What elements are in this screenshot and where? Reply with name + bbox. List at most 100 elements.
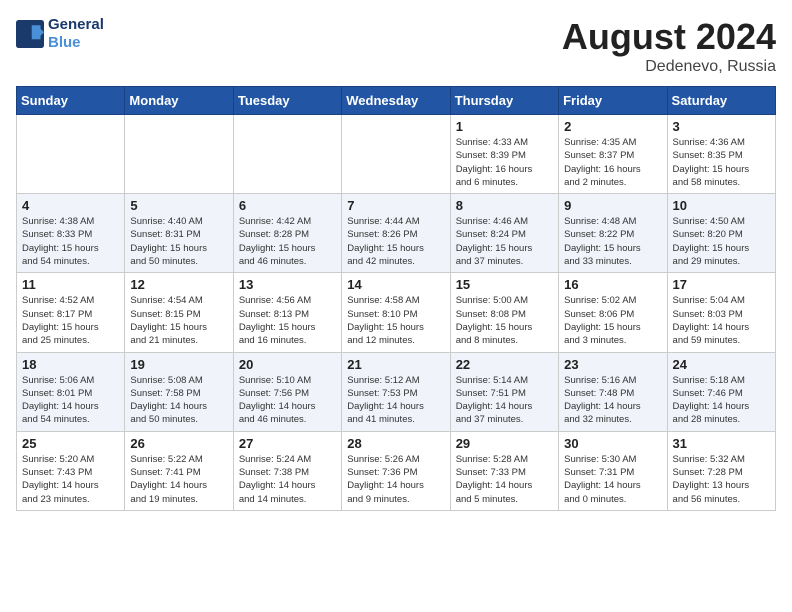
day-number: 3 [673, 119, 770, 134]
calendar-week-row: 18 Sunrise: 5:06 AM Sunset: 8:01 PM Dayli… [17, 352, 776, 431]
calendar-week-row: 11 Sunrise: 4:52 AM Sunset: 8:17 PM Dayli… [17, 273, 776, 352]
day-number: 1 [456, 119, 553, 134]
calendar-cell: 29Sunrise: 5:28 AM Sunset: 7:33 PM Dayli… [450, 431, 558, 510]
day-number: 11 [22, 277, 119, 292]
calendar-table: SundayMondayTuesdayWednesdayThursdayFrid… [16, 86, 776, 511]
day-number: 6 [239, 198, 336, 213]
page-header: General Blue August 2024 Dedenevo, Russi… [16, 16, 776, 76]
day-number: 21 [347, 357, 444, 372]
calendar-cell: 12Sunrise: 4:54 AM Sunset: 8:15 PM Dayli… [125, 273, 233, 352]
calendar-cell [342, 115, 450, 194]
calendar-cell: 13Sunrise: 4:56 AM Sunset: 8:13 PM Dayli… [233, 273, 341, 352]
day-info: Sunrise: 4:54 AM Sunset: 8:15 PM Dayligh… [130, 294, 227, 347]
day-number: 10 [673, 198, 770, 213]
col-header-tuesday: Tuesday [233, 87, 341, 115]
day-info: Sunrise: 5:26 AM Sunset: 7:36 PM Dayligh… [347, 453, 444, 506]
calendar-cell: 11 Sunrise: 4:52 AM Sunset: 8:17 PM Dayli… [17, 273, 125, 352]
calendar-cell: 4 Sunrise: 4:38 AM Sunset: 8:33 PM Daylig… [17, 194, 125, 273]
calendar-cell: 5 Sunrise: 4:40 AM Sunset: 8:31 PM Daylig… [125, 194, 233, 273]
title-block: August 2024 Dedenevo, Russia [562, 16, 776, 76]
calendar-cell [17, 115, 125, 194]
day-info: Sunrise: 5:20 AM Sunset: 7:43 PM Dayligh… [22, 453, 119, 506]
day-number: 22 [456, 357, 553, 372]
calendar-week-row: 4 Sunrise: 4:38 AM Sunset: 8:33 PM Daylig… [17, 194, 776, 273]
calendar-cell: 2 Sunrise: 4:35 AM Sunset: 8:37 PM Daylig… [559, 115, 667, 194]
day-info: Sunrise: 4:35 AM Sunset: 8:37 PM Dayligh… [564, 136, 661, 189]
calendar-cell [233, 115, 341, 194]
day-info: Sunrise: 5:06 AM Sunset: 8:01 PM Dayligh… [22, 374, 119, 427]
day-info: Sunrise: 4:58 AM Sunset: 8:10 PM Dayligh… [347, 294, 444, 347]
day-number: 13 [239, 277, 336, 292]
calendar-cell: 1 Sunrise: 4:33 AM Sunset: 8:39 PM Daylig… [450, 115, 558, 194]
day-info: Sunrise: 5:30 AM Sunset: 7:31 PM Dayligh… [564, 453, 661, 506]
day-number: 29 [456, 436, 553, 451]
calendar-cell: 24Sunrise: 5:18 AM Sunset: 7:46 PM Dayli… [667, 352, 775, 431]
day-number: 2 [564, 119, 661, 134]
day-info: Sunrise: 5:16 AM Sunset: 7:48 PM Dayligh… [564, 374, 661, 427]
day-number: 17 [673, 277, 770, 292]
calendar-cell: 27 Sunrise: 5:24 AM Sunset: 7:38 PM Dayli… [233, 431, 341, 510]
day-number: 18 [22, 357, 119, 372]
day-info: Sunrise: 5:02 AM Sunset: 8:06 PM Dayligh… [564, 294, 661, 347]
day-info: Sunrise: 4:40 AM Sunset: 8:31 PM Dayligh… [130, 215, 227, 268]
day-info: Sunrise: 4:36 AM Sunset: 8:35 PM Dayligh… [673, 136, 770, 189]
day-info: Sunrise: 5:00 AM Sunset: 8:08 PM Dayligh… [456, 294, 553, 347]
day-number: 28 [347, 436, 444, 451]
calendar-cell: 31Sunrise: 5:32 AM Sunset: 7:28 PM Dayli… [667, 431, 775, 510]
day-info: Sunrise: 5:04 AM Sunset: 8:03 PM Dayligh… [673, 294, 770, 347]
calendar-cell: 21Sunrise: 5:12 AM Sunset: 7:53 PM Dayli… [342, 352, 450, 431]
day-info: Sunrise: 5:22 AM Sunset: 7:41 PM Dayligh… [130, 453, 227, 506]
calendar-cell: 17 Sunrise: 5:04 AM Sunset: 8:03 PM Dayli… [667, 273, 775, 352]
day-number: 30 [564, 436, 661, 451]
day-number: 4 [22, 198, 119, 213]
logo: General Blue [16, 16, 104, 52]
day-number: 7 [347, 198, 444, 213]
calendar-cell: 26 Sunrise: 5:22 AM Sunset: 7:41 PM Dayli… [125, 431, 233, 510]
col-header-wednesday: Wednesday [342, 87, 450, 115]
calendar-cell: 18 Sunrise: 5:06 AM Sunset: 8:01 PM Dayli… [17, 352, 125, 431]
day-number: 5 [130, 198, 227, 213]
day-number: 8 [456, 198, 553, 213]
location-subtitle: Dedenevo, Russia [562, 58, 776, 76]
logo-text: General Blue [48, 16, 104, 52]
calendar-cell: 22 Sunrise: 5:14 AM Sunset: 7:51 PM Dayli… [450, 352, 558, 431]
day-info: Sunrise: 4:50 AM Sunset: 8:20 PM Dayligh… [673, 215, 770, 268]
calendar-cell: 6 Sunrise: 4:42 AM Sunset: 8:28 PM Daylig… [233, 194, 341, 273]
day-info: Sunrise: 5:14 AM Sunset: 7:51 PM Dayligh… [456, 374, 553, 427]
calendar-week-row: 25 Sunrise: 5:20 AM Sunset: 7:43 PM Dayli… [17, 431, 776, 510]
day-info: Sunrise: 4:52 AM Sunset: 8:17 PM Dayligh… [22, 294, 119, 347]
calendar-cell: 3 Sunrise: 4:36 AM Sunset: 8:35 PM Daylig… [667, 115, 775, 194]
calendar-cell: 20Sunrise: 5:10 AM Sunset: 7:56 PM Dayli… [233, 352, 341, 431]
day-info: Sunrise: 5:24 AM Sunset: 7:38 PM Dayligh… [239, 453, 336, 506]
calendar-cell: 10 Sunrise: 4:50 AM Sunset: 8:20 PM Dayli… [667, 194, 775, 273]
day-info: Sunrise: 5:18 AM Sunset: 7:46 PM Dayligh… [673, 374, 770, 427]
col-header-sunday: Sunday [17, 87, 125, 115]
day-number: 9 [564, 198, 661, 213]
day-number: 23 [564, 357, 661, 372]
day-info: Sunrise: 4:38 AM Sunset: 8:33 PM Dayligh… [22, 215, 119, 268]
calendar-cell: 14 Sunrise: 4:58 AM Sunset: 8:10 PM Dayli… [342, 273, 450, 352]
day-number: 20 [239, 357, 336, 372]
calendar-cell: 19Sunrise: 5:08 AM Sunset: 7:58 PM Dayli… [125, 352, 233, 431]
calendar-cell [125, 115, 233, 194]
calendar-cell: 25 Sunrise: 5:20 AM Sunset: 7:43 PM Dayli… [17, 431, 125, 510]
day-info: Sunrise: 4:46 AM Sunset: 8:24 PM Dayligh… [456, 215, 553, 268]
day-number: 27 [239, 436, 336, 451]
calendar-header-row: SundayMondayTuesdayWednesdayThursdayFrid… [17, 87, 776, 115]
day-number: 14 [347, 277, 444, 292]
day-number: 25 [22, 436, 119, 451]
day-number: 31 [673, 436, 770, 451]
calendar-cell: 23 Sunrise: 5:16 AM Sunset: 7:48 PM Dayli… [559, 352, 667, 431]
day-info: Sunrise: 4:42 AM Sunset: 8:28 PM Dayligh… [239, 215, 336, 268]
calendar-cell: 9Sunrise: 4:48 AM Sunset: 8:22 PM Daylig… [559, 194, 667, 273]
calendar-cell: 30 Sunrise: 5:30 AM Sunset: 7:31 PM Dayli… [559, 431, 667, 510]
calendar-cell: 16Sunrise: 5:02 AM Sunset: 8:06 PM Dayli… [559, 273, 667, 352]
col-header-friday: Friday [559, 87, 667, 115]
calendar-week-row: 1 Sunrise: 4:33 AM Sunset: 8:39 PM Daylig… [17, 115, 776, 194]
day-number: 15 [456, 277, 553, 292]
day-number: 19 [130, 357, 227, 372]
calendar-cell: 15 Sunrise: 5:00 AM Sunset: 8:08 PM Dayli… [450, 273, 558, 352]
calendar-cell: 7Sunrise: 4:44 AM Sunset: 8:26 PM Daylig… [342, 194, 450, 273]
day-number: 26 [130, 436, 227, 451]
day-info: Sunrise: 4:33 AM Sunset: 8:39 PM Dayligh… [456, 136, 553, 189]
